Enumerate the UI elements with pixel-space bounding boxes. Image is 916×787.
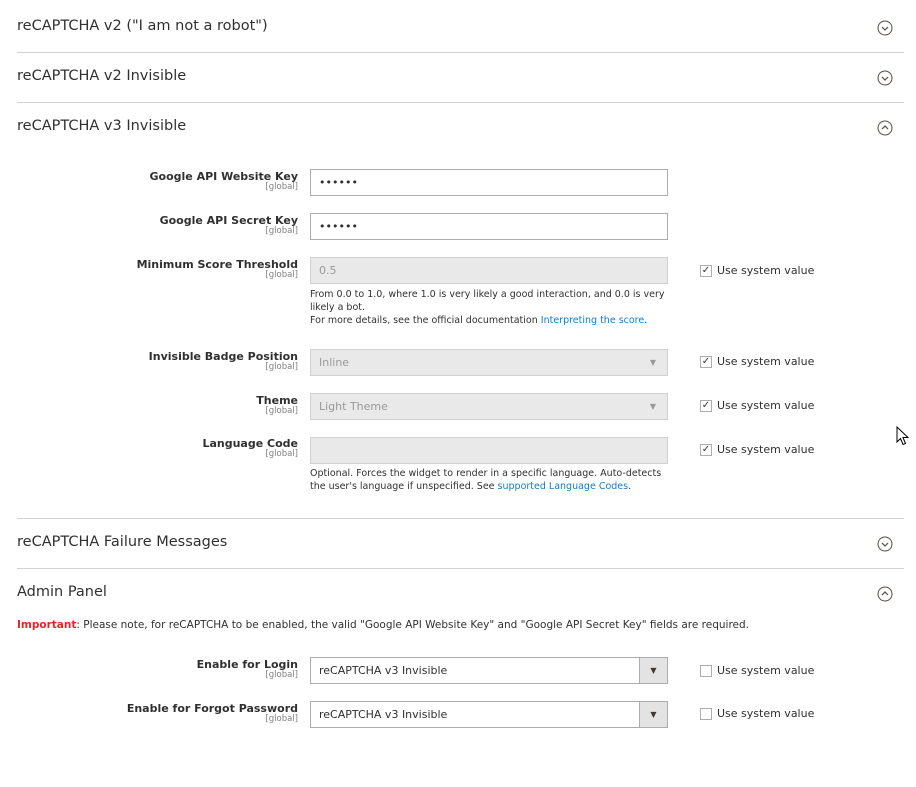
scope-label: [global] <box>265 714 298 724</box>
use-system-value-label: Use system value <box>717 664 815 677</box>
checkbox-checked-icon[interactable]: ✓ <box>700 443 712 456</box>
enable-login-use-system[interactable]: Use system value <box>700 664 814 677</box>
language-code-use-system[interactable]: ✓ Use system value <box>700 443 814 456</box>
important-notice: Important: Please note, for reCAPTCHA to… <box>17 619 749 631</box>
min-score-note-line1: From 0.0 to 1.0, where 1.0 is very likel… <box>310 289 665 313</box>
section-divider <box>17 568 904 569</box>
section-title-admin-panel[interactable]: Admin Panel <box>17 584 107 600</box>
scope-label: [global] <box>265 670 298 680</box>
use-system-value-label: Use system value <box>717 707 815 720</box>
theme-value: Light Theme <box>319 400 388 413</box>
dropdown-arrow-icon: ▼ <box>639 702 667 727</box>
dropdown-arrow-icon: ▼ <box>649 402 657 411</box>
supported-language-codes-link[interactable]: supported Language Codes <box>498 481 629 492</box>
scope-label: [global] <box>265 270 298 280</box>
section-title-recaptcha-v3-invisible[interactable]: reCAPTCHA v3 Invisible <box>17 118 186 134</box>
section-divider <box>17 518 904 519</box>
interpreting-score-link[interactable]: Interpreting the score <box>541 315 644 326</box>
enable-forgot-select[interactable]: reCAPTCHA v3 Invisible ▼ <box>310 701 668 728</box>
important-text: : Please note, for reCAPTCHA to be enabl… <box>76 619 750 631</box>
dropdown-arrow-icon: ▼ <box>639 658 667 683</box>
chevron-down-circle-icon[interactable] <box>877 70 893 86</box>
checkbox-unchecked-icon[interactable] <box>700 707 712 720</box>
scope-label: [global] <box>265 449 298 459</box>
section-title-recaptcha-v2-robot[interactable]: reCAPTCHA v2 ("I am not a robot") <box>17 18 268 34</box>
use-system-value-label: Use system value <box>717 443 815 456</box>
scope-label: [global] <box>265 182 298 192</box>
checkbox-checked-icon[interactable]: ✓ <box>700 264 712 277</box>
use-system-value-label: Use system value <box>717 264 815 277</box>
badge-position-value: Inline <box>319 356 350 369</box>
secret-key-input[interactable]: •••••• <box>310 213 668 240</box>
theme-select[interactable]: Light Theme ▼ <box>310 393 668 420</box>
badge-position-use-system[interactable]: ✓ Use system value <box>700 355 814 368</box>
min-score-use-system[interactable]: ✓ Use system value <box>700 264 814 277</box>
theme-use-system[interactable]: ✓ Use system value <box>700 399 814 412</box>
use-system-value-label: Use system value <box>717 399 815 412</box>
badge-position-select[interactable]: Inline ▼ <box>310 349 668 376</box>
min-score-note-text: For more details, see the official docum… <box>310 315 538 326</box>
chevron-down-circle-icon[interactable] <box>877 536 893 552</box>
enable-login-value: reCAPTCHA v3 Invisible <box>319 664 448 677</box>
chevron-down-circle-icon[interactable] <box>877 20 893 36</box>
dropdown-arrow-icon: ▼ <box>649 358 657 367</box>
section-title-recaptcha-v2-invisible[interactable]: reCAPTCHA v2 Invisible <box>17 68 186 84</box>
checkbox-checked-icon[interactable]: ✓ <box>700 399 712 412</box>
min-score-input[interactable]: 0.5 <box>310 257 668 284</box>
enable-forgot-use-system[interactable]: Use system value <box>700 707 814 720</box>
checkbox-unchecked-icon[interactable] <box>700 664 712 677</box>
language-code-input[interactable] <box>310 437 668 464</box>
section-divider <box>17 102 904 103</box>
section-divider <box>17 52 904 53</box>
checkbox-checked-icon[interactable]: ✓ <box>700 355 712 368</box>
scope-label: [global] <box>265 362 298 372</box>
min-score-note: From 0.0 to 1.0, where 1.0 is very likel… <box>310 288 672 327</box>
use-system-value-label: Use system value <box>717 355 815 368</box>
website-key-input[interactable]: •••••• <box>310 169 668 196</box>
chevron-up-circle-icon[interactable] <box>877 120 893 136</box>
important-label: Important <box>17 619 77 631</box>
min-score-note-line2: For more details, see the official docum… <box>310 315 648 326</box>
chevron-up-circle-icon[interactable] <box>877 586 893 602</box>
scope-label: [global] <box>265 226 298 236</box>
scope-label: [global] <box>265 406 298 416</box>
enable-forgot-value: reCAPTCHA v3 Invisible <box>319 708 448 721</box>
language-code-note: Optional. Forces the widget to render in… <box>310 468 662 492</box>
section-title-failure-messages[interactable]: reCAPTCHA Failure Messages <box>17 534 227 550</box>
mouse-pointer-icon <box>896 425 910 450</box>
enable-login-select[interactable]: reCAPTCHA v3 Invisible ▼ <box>310 657 668 684</box>
